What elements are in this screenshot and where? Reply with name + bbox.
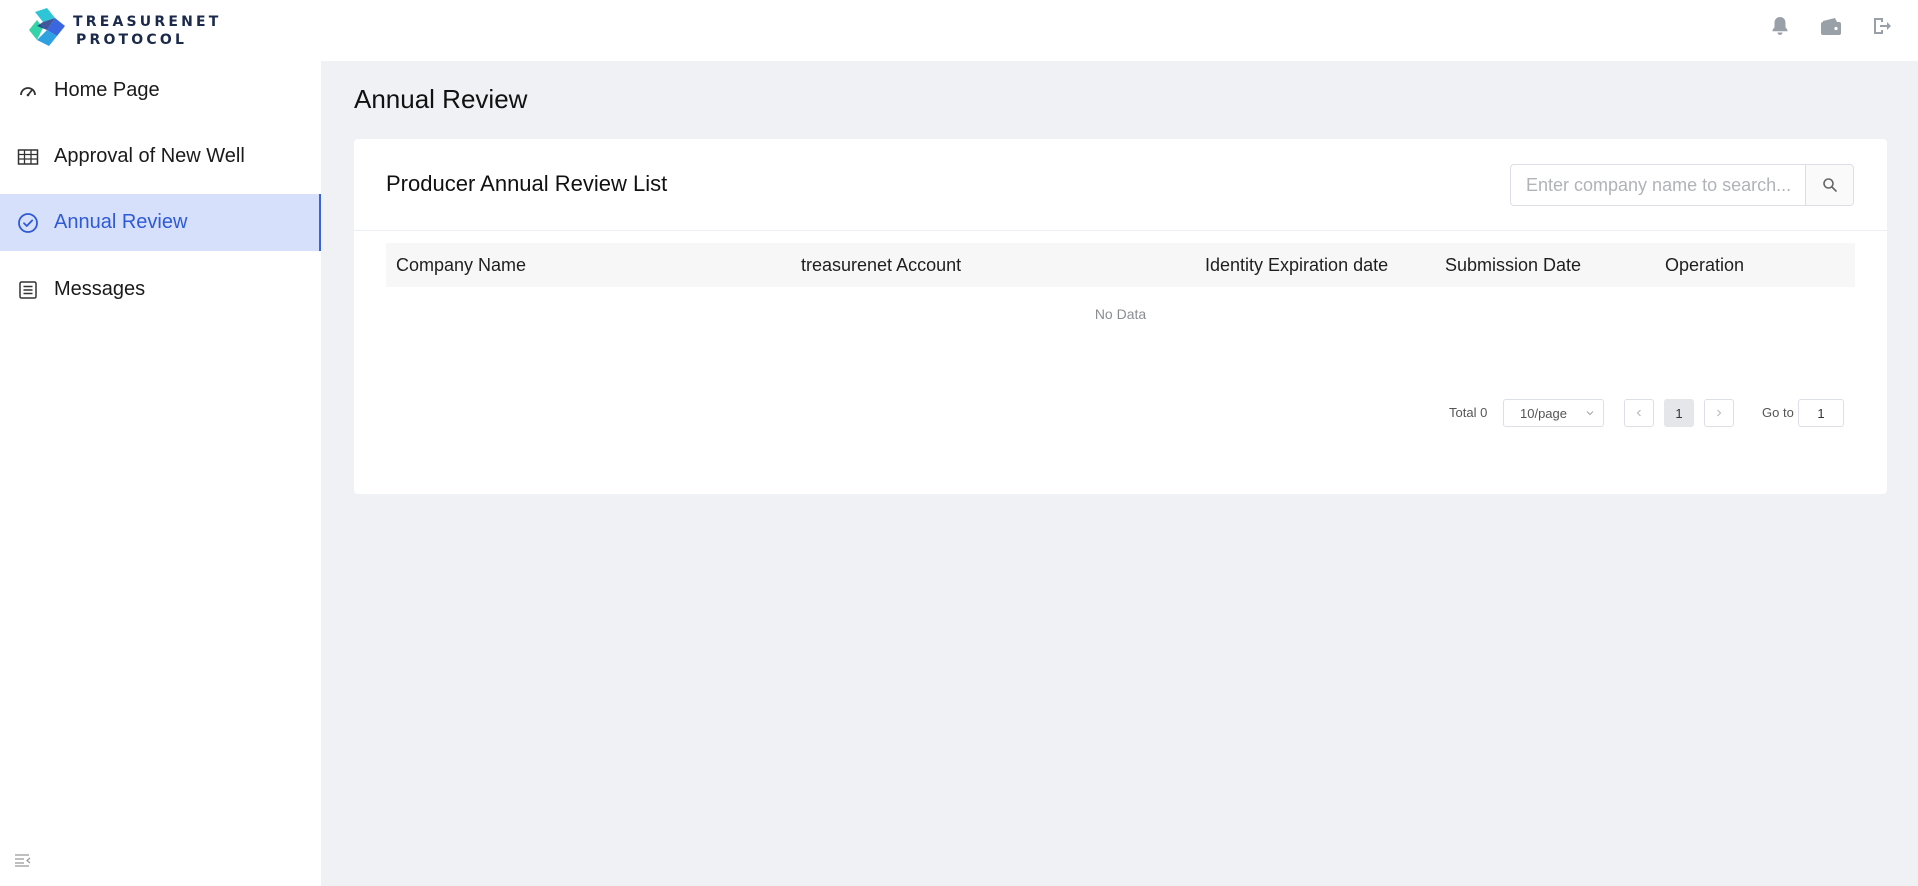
logo-line-1: TREASURENET bbox=[73, 14, 222, 30]
page-number-current[interactable]: 1 bbox=[1664, 399, 1694, 427]
goto-page-input[interactable] bbox=[1798, 399, 1844, 427]
table-header: Company Name treasurenet Account Identit… bbox=[386, 243, 1855, 287]
page-size-select[interactable]: 10/page bbox=[1503, 399, 1604, 427]
dashboard-icon bbox=[17, 80, 39, 102]
empty-table-text: No Data bbox=[1094, 306, 1147, 322]
pagination-total: Total 0 bbox=[1449, 405, 1488, 420]
page-size-value: 10/page bbox=[1520, 405, 1567, 421]
divider bbox=[354, 230, 1887, 231]
logo-mark-icon bbox=[29, 8, 65, 46]
sidebar-item-label: Home Page bbox=[54, 79, 160, 101]
list-icon bbox=[17, 279, 39, 301]
page-title: Annual Review bbox=[354, 84, 528, 114]
logo-text: TREASURENET PROTOCOL bbox=[73, 13, 222, 49]
column-header-identity-expiration-date: Identity Expiration date bbox=[1205, 255, 1389, 275]
review-list-card: Producer Annual Review List Company Name… bbox=[354, 139, 1887, 494]
sidebar-item-messages[interactable]: Messages bbox=[0, 261, 321, 318]
search-box bbox=[1510, 164, 1854, 206]
sidebar-item-label: Messages bbox=[54, 278, 146, 300]
card-title: Producer Annual Review List bbox=[386, 171, 668, 196]
sidebar-item-home-page[interactable]: Home Page bbox=[0, 62, 321, 119]
table-icon bbox=[17, 146, 39, 168]
search-button[interactable] bbox=[1806, 165, 1853, 205]
collapse-menu-icon[interactable] bbox=[14, 853, 32, 867]
sidebar-item-label: Approval of New Well bbox=[54, 145, 245, 167]
treasurenet-logo[interactable]: TREASURENET PROTOCOL bbox=[27, 8, 218, 48]
search-input[interactable] bbox=[1511, 165, 1806, 205]
logo-line-2: PROTOCOL bbox=[76, 32, 188, 48]
chevron-right-icon bbox=[1717, 409, 1722, 417]
sidebar-item-annual-review[interactable]: Annual Review bbox=[0, 194, 321, 251]
column-header-treasurenet-account: treasurenet Account bbox=[801, 255, 962, 275]
bell-icon[interactable] bbox=[1768, 14, 1792, 38]
sidebar-item-label: Annual Review bbox=[54, 211, 188, 233]
column-header-submission-date: Submission Date bbox=[1445, 255, 1582, 275]
top-bar: TREASURENET PROTOCOL bbox=[0, 0, 1918, 61]
logout-icon[interactable] bbox=[1870, 14, 1894, 38]
column-header-company-name: Company Name bbox=[396, 255, 527, 275]
goto-label: Go to bbox=[1762, 405, 1794, 420]
header-actions bbox=[1768, 14, 1894, 38]
wallet-icon[interactable] bbox=[1819, 14, 1843, 38]
next-page-button[interactable] bbox=[1704, 399, 1734, 427]
check-circle-icon bbox=[17, 212, 39, 234]
prev-page-button[interactable] bbox=[1624, 399, 1654, 427]
pagination: Total 0 10/page 1 Go to bbox=[354, 399, 1887, 427]
sidebar-item-approval-of-new-well[interactable]: Approval of New Well bbox=[0, 128, 321, 185]
chevron-left-icon bbox=[1636, 409, 1641, 417]
search-icon bbox=[1822, 178, 1837, 192]
column-header-operation: Operation bbox=[1665, 255, 1745, 275]
sidebar: Home Page Approval of New Well Annual Re… bbox=[0, 61, 321, 886]
chevron-down-icon bbox=[1586, 411, 1594, 416]
